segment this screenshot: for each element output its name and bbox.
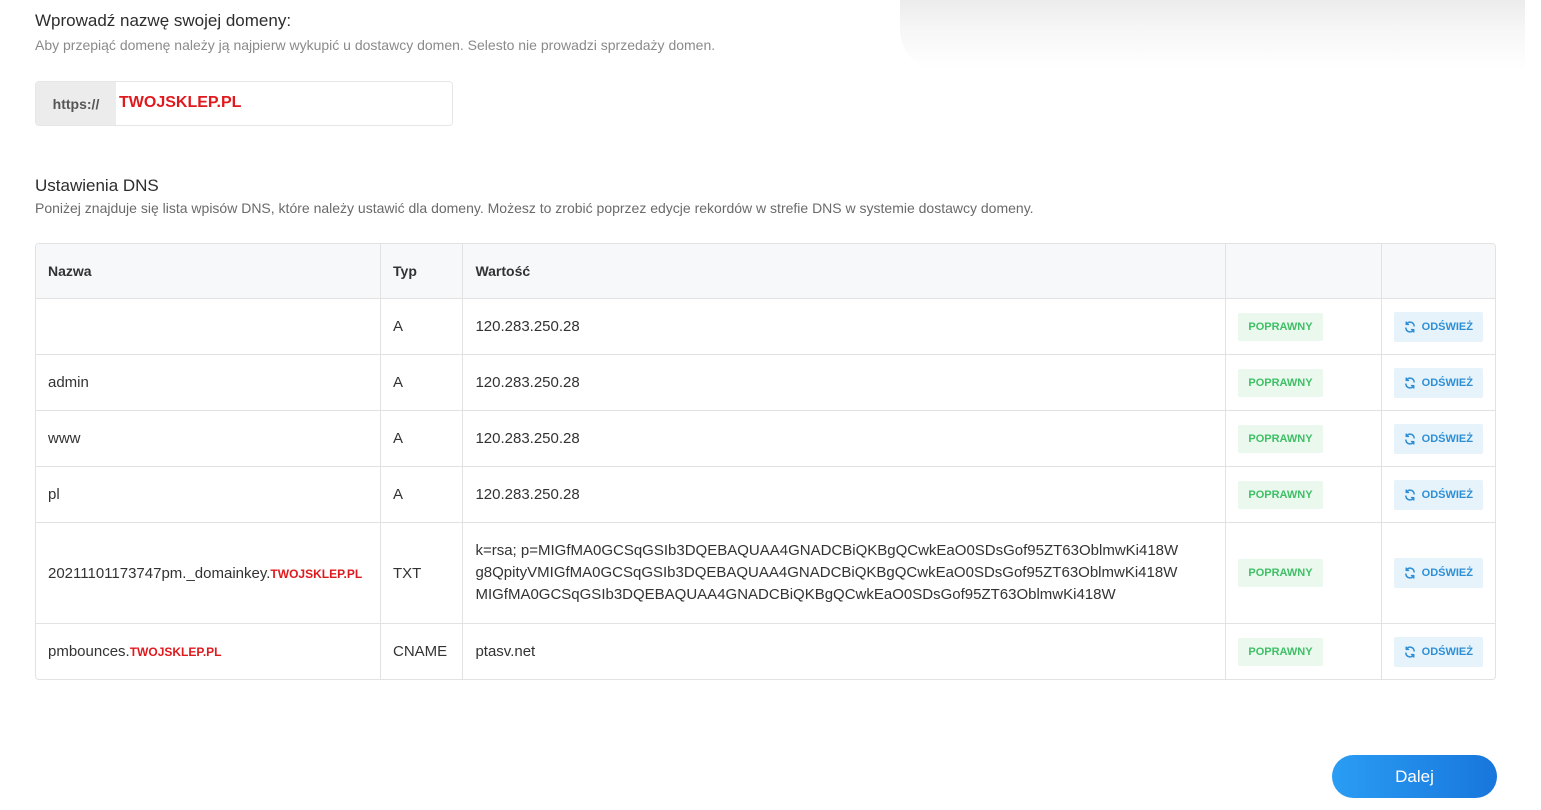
refresh-button[interactable]: ODŚWIEŻ (1393, 636, 1483, 667)
refresh-button[interactable]: ODŚWIEŻ (1393, 558, 1483, 588)
table-row: 20211101173747pm._domainkey.TWOJSKLEP.PL… (36, 523, 1495, 624)
refresh-icon (1404, 645, 1416, 658)
record-type: A (381, 411, 464, 467)
refresh-icon (1404, 567, 1416, 579)
record-actions-cell: ODŚWIEŻ (1381, 355, 1495, 411)
top-shadow-decoration (900, 0, 1525, 70)
record-value-line: 120.283.250.28 (475, 317, 580, 335)
table-row: www A 120.283.250.28 POPRAWNY ODŚWIEŻ (36, 411, 1495, 467)
table-row: A 120.283.250.28 POPRAWNY ODŚWIEŻ (36, 299, 1495, 355)
status-badge: POPRAWNY (1238, 480, 1323, 509)
record-status-cell: POPRAWNY (1226, 624, 1382, 679)
record-value-line: MIGfMA0GCSqGSIb3DQEBAQUAA4GNADCBiQKBgQCw… (475, 586, 1116, 603)
header-name: Nazwa (36, 244, 382, 299)
status-badge: POPRAWNY (1238, 368, 1323, 397)
record-name-cell: 20211101173747pm._domainkey.TWOJSKLEP.PL (36, 523, 382, 624)
header-type: Typ (381, 244, 464, 299)
table-row: pl A 120.283.250.28 POPRAWNY ODŚWIEŻ (36, 467, 1495, 523)
record-actions-cell: ODŚWIEŻ (1381, 467, 1495, 523)
refresh-button-label: ODŚWIEŻ (1421, 320, 1473, 333)
dns-records-table: Nazwa Typ Wartość A 120.283.250.28 POPRAWN… (35, 243, 1496, 680)
refresh-icon (1404, 320, 1416, 333)
record-name-cell: admin (36, 355, 382, 411)
dns-records-body: A 120.283.250.28 POPRAWNY ODŚWIEŻ admin A 120.… (36, 299, 1495, 679)
domain-setup-panel: Wprowadź nazwę swojej domeny: Aby przepi… (0, 0, 1525, 810)
record-actions-cell: ODŚWIEŻ (1382, 624, 1495, 679)
status-badge: POPRAWNY (1238, 559, 1323, 587)
record-status-cell: POPRAWNY (1226, 355, 1382, 411)
record-value-line: 120.283.250.28 (475, 485, 580, 503)
record-value-cell: 120.283.250.28 (463, 411, 1227, 467)
status-badge: POPRAWNY (1238, 312, 1323, 341)
record-type: A (381, 467, 464, 523)
refresh-icon (1404, 376, 1416, 389)
refresh-button[interactable]: ODŚWIEŻ (1393, 479, 1483, 510)
record-name-domain: TWOJSKLEP.PL (129, 645, 222, 659)
record-name: pl (48, 486, 60, 503)
table-row: pmbounces.TWOJSKLEP.PL CNAME ptasv.net POPR… (36, 624, 1495, 679)
refresh-button-label: ODŚWIEŻ (1421, 488, 1473, 501)
refresh-icon (1404, 432, 1416, 445)
record-name: www (48, 430, 81, 447)
domain-prefix: https:// (36, 82, 116, 125)
record-value-line: k=rsa; p=MIGfMA0GCSqGSIb3DQEBAQUAA4GNADC… (475, 542, 1179, 559)
next-button[interactable]: Dalej (1332, 755, 1497, 798)
dns-section-title: Ustawienia DNS (35, 176, 159, 195)
domain-section-subtitle: Aby przepiąć domenę należy ją najpierw w… (35, 37, 716, 53)
header-value: Wartość (463, 244, 1227, 299)
refresh-button[interactable]: ODŚWIEŻ (1393, 367, 1483, 398)
table-row: admin A 120.283.250.28 POPRAWNY ODŚWIEŻ (36, 355, 1495, 411)
refresh-button-label: ODŚWIEŻ (1421, 376, 1473, 389)
record-value-cell: 120.283.250.28 (463, 355, 1227, 411)
record-name-cell: pmbounces.TWOJSKLEP.PL (36, 624, 382, 679)
record-value-line: g8QpityVMIGfMA0GCSqGSIb3DQEBAQUAA4GNADCB… (475, 564, 1178, 581)
record-name: 20211101173747pm._domainkey. (48, 564, 271, 582)
record-value-line: 120.283.250.28 (475, 373, 580, 391)
domain-input[interactable] (116, 82, 452, 125)
status-badge: POPRAWNY (1238, 424, 1323, 453)
record-status-cell: POPRAWNY (1226, 411, 1382, 467)
record-status-cell: POPRAWNY (1226, 299, 1382, 355)
record-status-cell: POPRAWNY (1226, 523, 1382, 624)
domain-input-group: https:// (35, 81, 453, 126)
record-value-line: ptasv.net (475, 642, 536, 660)
record-name: pmbounces. (48, 643, 130, 660)
record-name-cell (36, 299, 382, 355)
refresh-button[interactable]: ODŚWIEŻ (1393, 311, 1483, 342)
record-value-cell: ptasv.net (463, 624, 1227, 679)
header-actions (1381, 244, 1495, 299)
refresh-button-label: ODŚWIEŻ (1421, 567, 1473, 579)
refresh-button-label: ODŚWIEŻ (1421, 645, 1473, 658)
record-value-cell: 120.283.250.28 (463, 299, 1227, 355)
record-name: admin (48, 374, 89, 391)
status-badge: POPRAWNY (1238, 637, 1323, 666)
record-name-cell: www (36, 411, 382, 467)
record-type: A (381, 355, 464, 411)
record-value-cell: 120.283.250.28 (463, 467, 1227, 523)
domain-section-title: Wprowadź nazwę swojej domeny: (35, 11, 292, 30)
record-actions-cell: ODŚWIEŻ (1381, 523, 1495, 624)
table-header-row: Nazwa Typ Wartość (36, 244, 1495, 299)
refresh-button-label: ODŚWIEŻ (1421, 432, 1473, 445)
record-actions-cell: ODŚWIEŻ (1381, 299, 1495, 355)
record-status-cell: POPRAWNY (1226, 467, 1382, 523)
record-name-cell: pl (36, 467, 382, 523)
record-type: CNAME (381, 624, 464, 679)
header-status (1226, 244, 1382, 299)
refresh-button[interactable]: ODŚWIEŻ (1393, 423, 1483, 454)
record-type: A (381, 299, 464, 355)
record-actions-cell: ODŚWIEŻ (1381, 411, 1495, 467)
record-name-domain: TWOJSKLEP.PL (270, 566, 363, 581)
record-value-line: 120.283.250.28 (475, 429, 580, 447)
record-value-cell: k=rsa; p=MIGfMA0GCSqGSIb3DQEBAQUAA4GNADC… (463, 523, 1227, 624)
dns-section-subtitle: Poniżej znajduje się lista wpisów DNS, k… (35, 200, 1034, 216)
refresh-icon (1404, 488, 1416, 501)
record-type: TXT (381, 523, 464, 624)
